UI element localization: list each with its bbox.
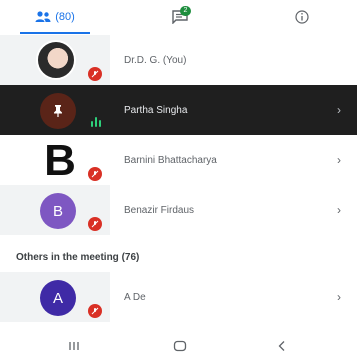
mic-off-icon (88, 304, 102, 318)
chevron-right-icon: › (337, 290, 341, 304)
recent-apps-button[interactable] (62, 336, 86, 356)
chevron-right-icon: › (337, 153, 341, 167)
participant-thumbnail (0, 85, 110, 135)
home-button[interactable] (168, 336, 192, 356)
participant-row[interactable]: B Barnini Bhattacharya › (0, 135, 357, 185)
participant-thumbnail: B (0, 135, 110, 185)
participant-name: Benazir Firdaus (124, 204, 195, 216)
mic-off-icon (88, 217, 102, 231)
avatar: B (44, 136, 76, 185)
mic-off-icon (88, 167, 102, 181)
chat-unread-badge: 2 (180, 6, 191, 16)
participant-name: A De (124, 291, 146, 303)
others-section-heading: Others in the meeting (76) (16, 252, 140, 263)
back-icon (278, 341, 285, 351)
pin-icon (54, 105, 62, 117)
avatar (40, 93, 76, 129)
people-count: (80) (55, 11, 75, 23)
tab-people[interactable]: (80) (20, 0, 90, 34)
top-tabs: (80) 2 (0, 0, 357, 34)
participant-row[interactable]: B Benazir Firdaus › (0, 185, 357, 235)
participant-thumbnail: B (0, 185, 110, 235)
participant-row[interactable]: Dr.D. G. (You) (0, 35, 357, 85)
tab-chat[interactable]: 2 (160, 0, 200, 34)
participant-thumbnail: A (0, 272, 110, 322)
participant-name: Dr.D. G. (You) (124, 54, 187, 66)
recents-icon (69, 342, 79, 350)
home-icon (173, 340, 187, 352)
active-tab-indicator (20, 32, 90, 34)
speaking-indicator-icon (91, 117, 101, 127)
avatar (36, 40, 76, 80)
chevron-right-icon: › (337, 103, 341, 117)
system-nav-bar (0, 332, 357, 360)
mic-off-icon (88, 67, 102, 81)
avatar: A (40, 280, 76, 316)
chevron-right-icon: › (337, 203, 341, 217)
info-icon (295, 10, 309, 24)
tab-info[interactable] (282, 0, 322, 34)
people-icon (35, 11, 51, 22)
avatar: B (40, 193, 76, 229)
back-button[interactable] (270, 336, 294, 356)
participant-row[interactable]: A A De › (0, 272, 357, 322)
participant-name: Barnini Bhattacharya (124, 154, 217, 166)
participant-thumbnail (0, 35, 110, 85)
participant-name: Partha Singha (124, 104, 188, 116)
participant-row[interactable]: Partha Singha › (0, 85, 357, 135)
